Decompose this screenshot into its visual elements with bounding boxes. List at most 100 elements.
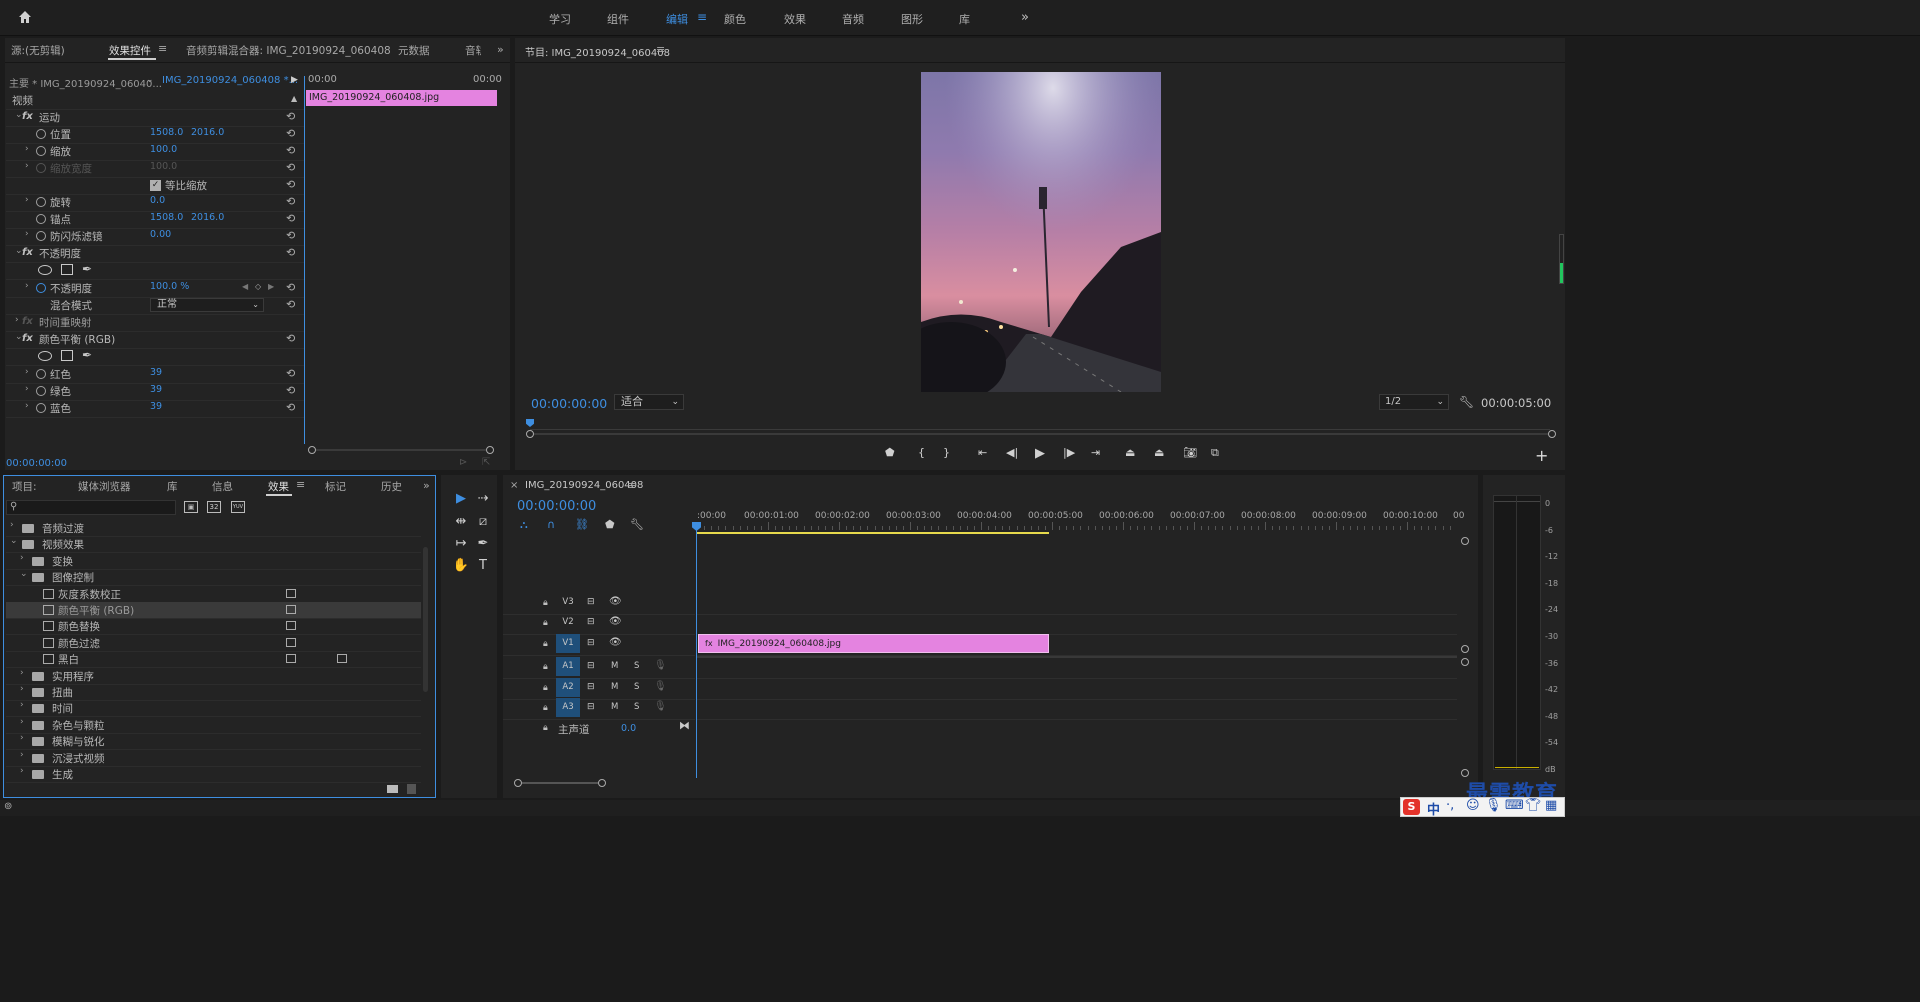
panel-menu-icon[interactable]: ≡ — [158, 42, 167, 55]
effects-tree-item[interactable]: 灰度系数校正 — [6, 586, 421, 602]
effects-tree-item[interactable]: › 沉浸式视频 — [6, 750, 421, 766]
stopwatch-icon[interactable] — [36, 146, 46, 156]
add-keyframe-icon[interactable]: ◇ — [255, 282, 261, 291]
reset-icon[interactable]: ⟲ — [286, 367, 295, 380]
panel-menu-icon[interactable]: ≡ — [656, 43, 665, 56]
ripple-edit-tool-icon[interactable]: ⇹ — [452, 514, 470, 529]
effects-tree-item[interactable]: 颜色平衡 (RGB) — [6, 602, 421, 618]
voice-over-mic-icon[interactable]: 🎙︎ — [654, 660, 667, 671]
ec-tab-1[interactable]: 效果控件 — [109, 43, 151, 58]
accelerated-effects-filter-icon[interactable]: ▣ — [184, 501, 198, 513]
ec-prop-blue-value[interactable]: 39 — [150, 401, 162, 412]
chevron-right-icon[interactable]: › — [20, 766, 24, 776]
hand-tool-icon[interactable]: ✋ — [452, 558, 470, 573]
nest-toggle-icon[interactable]: ⛬ — [520, 518, 528, 532]
reset-icon[interactable]: ⟲ — [286, 144, 295, 157]
type-tool-icon[interactable]: T — [474, 558, 492, 573]
effects-tree-item[interactable]: › 模糊与锐化 — [6, 733, 421, 749]
ec-prop-position-value[interactable]: 1508.0 — [150, 127, 183, 138]
selection-tool-icon[interactable]: ▶ — [452, 491, 470, 506]
rectangle-mask-icon[interactable] — [61, 264, 73, 275]
timeline-playhead[interactable] — [696, 522, 697, 778]
go-to-in-icon[interactable]: ⇤ — [978, 446, 987, 459]
reset-icon[interactable]: ⟲ — [286, 110, 295, 123]
effects-tree-item[interactable]: › 生成 — [6, 766, 421, 782]
timeline-timecode[interactable]: 00:00:00:00 — [517, 499, 596, 514]
fx-icon[interactable]: fx — [22, 316, 33, 327]
go-to-out-icon[interactable]: ⇥ — [1091, 446, 1100, 459]
program-timecode[interactable]: 00:00:00:00 — [531, 396, 607, 411]
track-mute-button[interactable]: M — [611, 682, 618, 692]
add-button-icon[interactable]: + — [1535, 446, 1548, 465]
timeline-vscroll[interactable] — [1461, 537, 1469, 777]
step-back-icon[interactable]: ◀| — [1006, 446, 1018, 459]
extract-icon[interactable]: ⏏ — [1154, 446, 1164, 459]
panel-menu-icon[interactable]: ≡ — [296, 478, 305, 491]
chevron-right-icon[interactable]: › — [25, 281, 29, 291]
chevron-right-icon[interactable]: › — [20, 733, 24, 743]
pen-mask-icon[interactable]: ✒ — [82, 262, 92, 276]
chevron-right-icon[interactable]: › — [20, 553, 24, 563]
linked-selection-icon[interactable]: ⛓ — [575, 518, 589, 531]
track-solo-button[interactable]: S — [634, 702, 639, 712]
stopwatch-icon[interactable] — [36, 283, 46, 293]
track-sync-lock-icon[interactable]: ⊟ — [587, 638, 595, 648]
track-sync-lock-icon[interactable]: ⊟ — [587, 617, 595, 627]
workspace-tab-0[interactable]: 学习 — [549, 11, 571, 27]
track-lock-icon[interactable]: 🔒︎ — [543, 598, 548, 608]
reset-icon[interactable]: ⟲ — [286, 246, 295, 259]
ec-prop-position-value-y[interactable]: 2016.0 — [191, 127, 224, 138]
track-lock-icon[interactable]: 🔒︎ — [543, 703, 548, 713]
track-solo-button[interactable]: S — [634, 661, 639, 671]
snap-icon[interactable]: ∩ — [547, 518, 555, 531]
track-mute-button[interactable]: M — [611, 702, 618, 712]
track-lock-icon[interactable]: 🔒︎ — [543, 618, 548, 628]
effects-tree-item[interactable]: ⌄ 视频效果 — [6, 536, 421, 552]
pen-mask-icon[interactable]: ✒ — [82, 348, 92, 362]
panel-overflow-icon[interactable]: » — [423, 479, 430, 492]
chevron-right-icon[interactable]: › — [25, 401, 29, 411]
stopwatch-icon[interactable] — [36, 214, 46, 224]
stopwatch-icon[interactable] — [36, 197, 46, 207]
track-lock-icon[interactable]: 🔒︎ — [543, 723, 548, 733]
mark-in-icon[interactable]: { — [918, 446, 925, 459]
ec-prop-anchor-value[interactable]: 1508.0 — [150, 212, 183, 223]
ec-prop-red-value[interactable]: 39 — [150, 367, 162, 378]
reset-icon[interactable]: ⟲ — [286, 212, 295, 225]
reset-icon[interactable]: ⟲ — [286, 229, 295, 242]
stopwatch-icon[interactable] — [36, 369, 46, 379]
play-triangle-icon[interactable]: ▶ — [291, 75, 298, 85]
ec-prop-opacity-value[interactable]: 100.0 % — [150, 281, 189, 292]
voice-over-mic-icon[interactable]: 🎙︎ — [654, 681, 667, 692]
chevron-right-icon[interactable]: › — [25, 384, 29, 394]
workspace-tab-3[interactable]: 颜色 — [724, 11, 746, 27]
panel-overflow-icon[interactable]: » — [497, 43, 504, 56]
track-target-V2[interactable]: V2 — [556, 613, 580, 632]
resolution-dropdown[interactable]: 1/2 ⌄ — [1379, 394, 1449, 410]
program-scrollbar[interactable] — [526, 430, 1556, 438]
effects-tree-item[interactable]: › 变换 — [6, 553, 421, 569]
panel-menu-icon[interactable]: ≡ — [627, 479, 636, 492]
voice-over-mic-icon[interactable]: 🎙︎ — [654, 701, 667, 712]
master-end-icon[interactable]: ⧓ — [679, 719, 690, 732]
reset-icon[interactable]: ⟲ — [286, 401, 295, 414]
new-bin-icon[interactable] — [387, 785, 398, 793]
ec-prop-rotation-value[interactable]: 0.0 — [150, 195, 165, 206]
track-mute-button[interactable]: M — [611, 661, 618, 671]
32bit-effects-filter-icon[interactable]: 32 — [207, 501, 221, 513]
reset-icon[interactable]: ⟲ — [286, 195, 295, 208]
ec-playhead[interactable] — [304, 76, 305, 444]
mark-out-icon[interactable]: } — [943, 446, 950, 459]
workspace-tab-1[interactable]: 组件 — [607, 11, 629, 27]
timeline-clip-v1[interactable]: fx IMG_20190924_060408.jpg — [698, 634, 1049, 653]
effects-tree-item[interactable]: › 实用程序 — [6, 668, 421, 684]
effects-tree-item[interactable]: › 杂色与颗粒 — [6, 717, 421, 733]
close-icon[interactable]: × — [510, 480, 518, 491]
compare-view-icon[interactable]: ⧉ — [1211, 446, 1219, 460]
ellipse-mask-icon[interactable] — [38, 265, 52, 275]
track-sync-lock-icon[interactable]: ⊟ — [587, 682, 595, 692]
track-eye-icon[interactable]: 👁︎ — [609, 596, 622, 607]
zoom-level-dropdown[interactable]: 适合 ⌄ — [614, 394, 684, 410]
track-target-A1[interactable]: A1 — [556, 657, 580, 676]
play-icon[interactable]: ▶ — [1035, 446, 1045, 461]
